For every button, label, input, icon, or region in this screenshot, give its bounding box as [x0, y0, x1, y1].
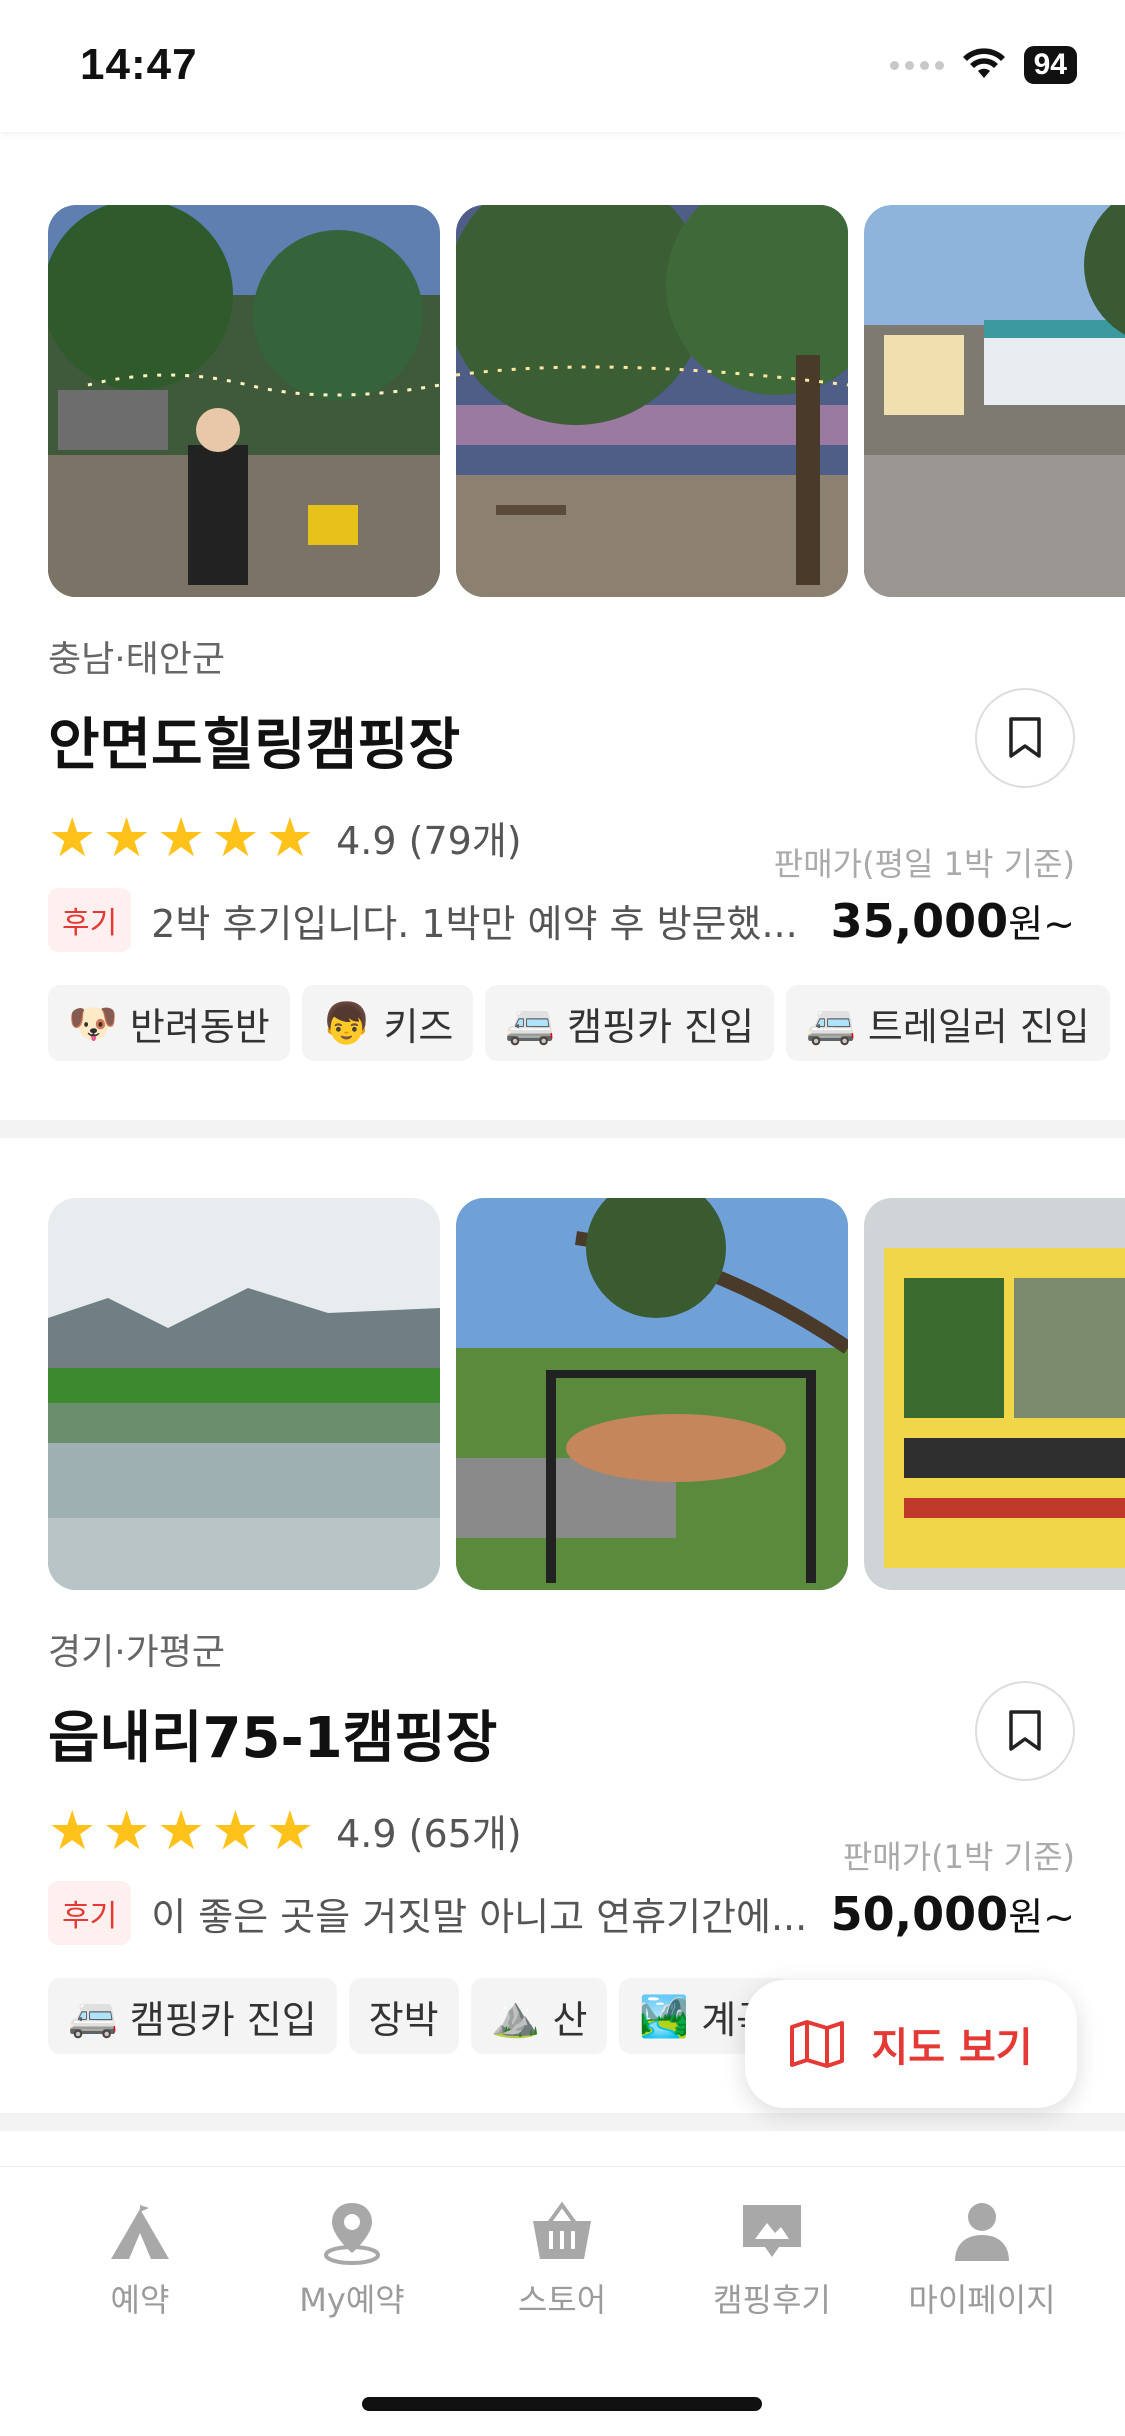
tab-label: 예약 [110, 2281, 170, 2319]
tab-label: 마이페이지 [908, 2281, 1056, 2319]
status-bar: 14:47 94 [0, 0, 1125, 132]
rating-row: ★ ★ ★ ★ ★ 4.9 (65개) [48, 1803, 522, 1858]
campsite-photo[interactable] [864, 1198, 1125, 1590]
price: 50,000원~ [830, 1887, 1075, 1941]
tent-icon [111, 2205, 169, 2259]
bookmark-icon [1009, 717, 1041, 758]
section-divider [0, 2113, 1125, 2131]
amenity-tag: 🚐 캠핑카 진입 [485, 985, 775, 1061]
tab-reservation[interactable]: 예약 [40, 2199, 240, 2321]
campsite-region: 충남·태안군 [48, 639, 226, 680]
star-icon: ★ [211, 1798, 260, 1862]
kid-icon: 👦 [321, 1000, 372, 1047]
map-view-button[interactable]: 지도 보기 [745, 1980, 1077, 2108]
star-icon: ★ [102, 1798, 151, 1862]
rating-row: ★ ★ ★ ★ ★ 4.9 (79개) [48, 810, 522, 865]
dog-icon: 🐶 [68, 1000, 118, 1047]
section-divider [0, 1120, 1125, 1138]
photo-carousel[interactable] [48, 205, 1125, 597]
wifi-icon [962, 48, 1005, 78]
tab-my-page[interactable]: 마이페이지 [882, 2199, 1082, 2321]
status-time: 14:47 [80, 40, 198, 89]
campsite-card[interactable]: 경기·가평군 읍내리75-1캠핑장 ★ ★ ★ ★ ★ 4.9 (65개) 판매… [0, 1198, 1125, 2068]
campsite-photo[interactable] [456, 205, 848, 597]
tab-label: My예약 [299, 2281, 405, 2319]
amenity-tag: 👦 키즈 [301, 985, 474, 1061]
price: 35,000원~ [830, 894, 1075, 948]
person-icon [955, 2203, 1009, 2261]
review-badge: 후기 [48, 888, 132, 952]
amenity-tag: 🐶 반려동반 [48, 985, 290, 1061]
star-icon: ★ [156, 1798, 206, 1862]
star-icon: ★ [48, 805, 97, 869]
location-pin-icon [324, 2203, 380, 2265]
amenity-tag: 장박 [348, 1978, 459, 2054]
camper-van-icon: 🚐 [68, 1993, 118, 2040]
tab-camping-review[interactable]: 캠핑후기 [672, 2199, 872, 2321]
bookmark-button[interactable] [975, 688, 1075, 788]
rating-value: 4.9 (79개) [336, 819, 522, 863]
valley-icon: 🏞️ [639, 1993, 690, 2040]
amenity-tags: 🐶 반려동반 👦 키즈 🚐 캠핑카 진입 🚐 트레일러 진입 [48, 985, 1125, 1061]
map-icon [790, 2020, 845, 2068]
tab-label: 캠핑후기 [713, 2281, 831, 2319]
tab-label: 스토어 [517, 2281, 607, 2319]
review-snippet: 이 좋은 곳을 거짓말 아니고 연휴기간에... [151, 1894, 808, 1939]
amenity-tag: 🚐 트레일러 진입 [786, 985, 1110, 1061]
campsite-photo[interactable] [456, 1198, 848, 1590]
review-preview[interactable]: 후기 2박 후기입니다. 1박만 예약 후 방문했... [48, 888, 818, 952]
star-icon: ★ [102, 805, 151, 869]
basket-icon [533, 2201, 591, 2259]
camper-van-icon: 🚐 [505, 1000, 556, 1047]
campsite-card[interactable]: 충남·태안군 안면도힐링캠핑장 ★ ★ ★ ★ ★ 4.9 (79개) 판매가(… [0, 205, 1125, 1075]
map-button-label: 지도 보기 [871, 2025, 1033, 2071]
campsite-photo[interactable] [48, 205, 440, 597]
home-indicator [362, 2397, 762, 2411]
star-icon: ★ [211, 805, 260, 869]
camper-van-icon: 🚐 [806, 1000, 856, 1047]
bookmark-icon [1009, 1710, 1041, 1751]
review-preview[interactable]: 후기 이 좋은 곳을 거짓말 아니고 연휴기간에... [48, 1881, 818, 1945]
star-icon: ★ [156, 805, 206, 869]
review-icon [743, 2205, 801, 2257]
cellular-signal-icon [889, 60, 944, 70]
bottom-tab-bar: 예약 My예약 스토어 캠핑후기 마이페이지 [0, 2166, 1125, 2436]
amenity-tag: 🚐 캠핑카 진입 [48, 1978, 337, 2054]
status-indicators: 94 [889, 46, 1077, 84]
photo-carousel[interactable] [48, 1198, 1125, 1590]
amenity-tag: ⛰️ 산 [470, 1978, 608, 2054]
bookmark-button[interactable] [975, 1681, 1075, 1781]
campsite-photo[interactable] [48, 1198, 440, 1590]
star-icon: ★ [48, 1798, 97, 1862]
battery-indicator: 94 [1023, 46, 1077, 84]
rating-value: 4.9 (65개) [336, 1812, 522, 1856]
price-note: 판매가(평일 1박 기준) [773, 845, 1075, 883]
mountain-icon: ⛰️ [490, 1993, 541, 2040]
campsite-name[interactable]: 안면도힐링캠핑장 [48, 700, 460, 781]
campsite-region: 경기·가평군 [48, 1632, 226, 1673]
star-icon: ★ [265, 1798, 315, 1862]
tab-my-reservation[interactable]: My예약 [252, 2199, 452, 2321]
price-note: 판매가(1박 기준) [842, 1838, 1075, 1876]
review-snippet: 2박 후기입니다. 1박만 예약 후 방문했... [151, 901, 798, 946]
campsite-name[interactable]: 읍내리75-1캠핑장 [48, 1693, 497, 1774]
tab-store[interactable]: 스토어 [462, 2199, 662, 2321]
campsite-photo[interactable] [864, 205, 1125, 597]
star-icon: ★ [265, 805, 315, 869]
review-badge: 후기 [48, 1881, 132, 1945]
